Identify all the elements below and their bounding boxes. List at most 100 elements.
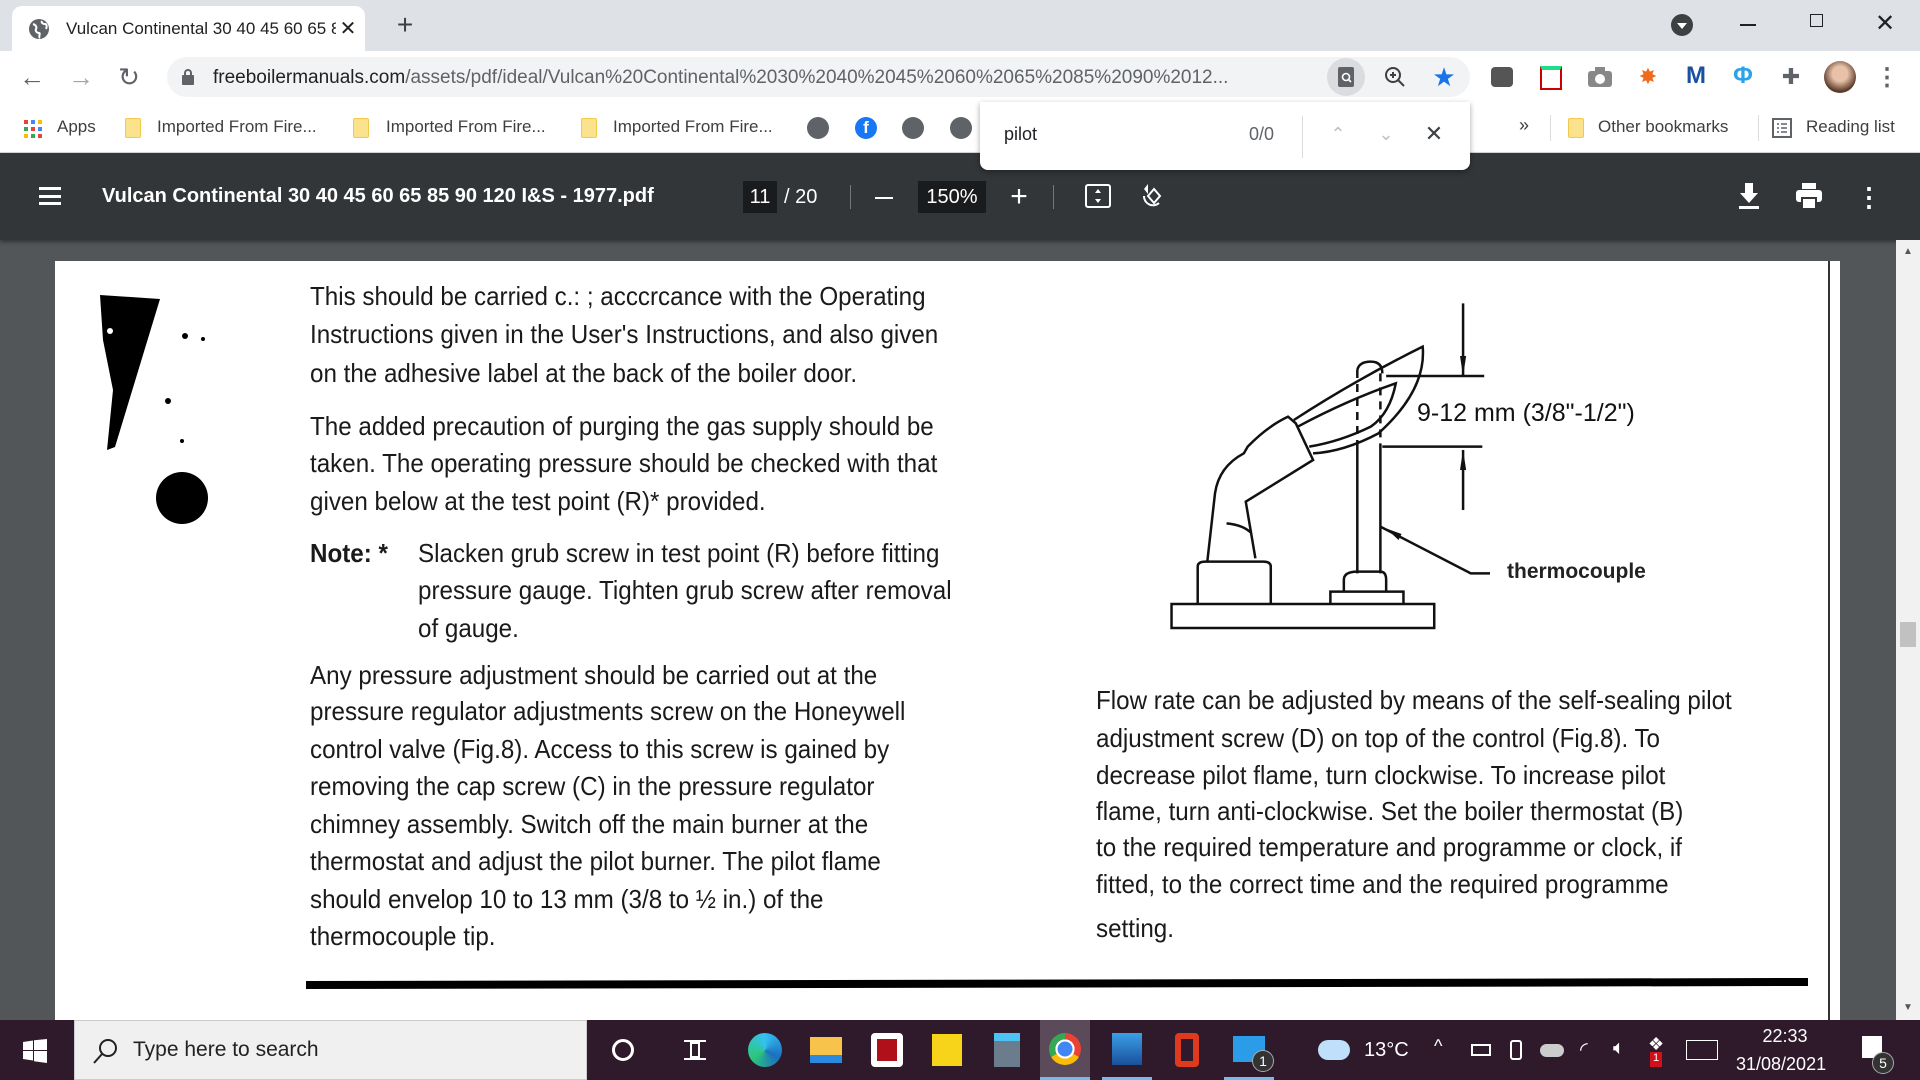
chrome-taskbar-icon[interactable] bbox=[1040, 1020, 1090, 1080]
other-bookmarks[interactable]: Other bookmarks bbox=[1598, 117, 1728, 137]
volume-icon[interactable]: 🔈︎ bbox=[1613, 1037, 1625, 1060]
bookmark-folder[interactable]: Imported From Fire... bbox=[613, 117, 773, 137]
text-line: Instructions given in the User's Instruc… bbox=[310, 319, 939, 349]
clock-date[interactable]: 31/08/2021 bbox=[1736, 1054, 1826, 1075]
paragraph-3: Any pressure adjustment should be carrie… bbox=[310, 662, 905, 953]
mail-icon[interactable]: 1 bbox=[1224, 1020, 1274, 1080]
bookmark-folder[interactable]: Imported From Fire... bbox=[157, 117, 317, 137]
touch-keyboard-icon[interactable] bbox=[1686, 1040, 1718, 1060]
menu-icon[interactable] bbox=[39, 187, 61, 205]
rocket-extension-icon[interactable]: ✸ bbox=[1635, 63, 1661, 91]
mcafee-extension-icon[interactable] bbox=[1540, 66, 1562, 90]
more-actions-icon[interactable]: ⋮ bbox=[1856, 181, 1882, 213]
camera-icon[interactable] bbox=[1588, 67, 1612, 87]
text-line: Slacken grub screw in test point (R) bef… bbox=[418, 538, 940, 568]
tab-active[interactable]: Vulcan Continental 30 40 45 60 65 85 90 … bbox=[12, 6, 365, 51]
taskbar-search-box[interactable]: Type here to search bbox=[74, 1020, 587, 1080]
print-icon[interactable] bbox=[1796, 183, 1822, 209]
zoom-level-input[interactable]: 150% bbox=[918, 181, 986, 213]
rotate-icon[interactable] bbox=[1138, 181, 1166, 211]
gift-app-icon[interactable] bbox=[862, 1020, 912, 1080]
scroll-down-icon[interactable]: ▼ bbox=[1903, 1002, 1913, 1013]
taskbar: Type here to search 1 13°C ^ ◜ 🔈︎ ❖ 1 22… bbox=[0, 1020, 1920, 1080]
text-line: should envelop 10 to 13 mm (3/8 to ½ in.… bbox=[310, 884, 824, 914]
bookmark-apps[interactable]: Apps bbox=[57, 117, 96, 137]
bookmarks-overflow-button[interactable]: » bbox=[1519, 115, 1529, 136]
zoom-out-button[interactable] bbox=[875, 197, 893, 199]
tab-close-icon[interactable]: ✕ bbox=[336, 16, 360, 40]
facebook-icon[interactable]: f bbox=[855, 117, 877, 139]
globe-icon[interactable] bbox=[902, 117, 924, 139]
omnibox[interactable]: freeboilermanuals.com/assets/pdf/ideal/V… bbox=[167, 57, 1470, 97]
url-text[interactable]: freeboilermanuals.com/assets/pdf/ideal/V… bbox=[213, 67, 1313, 89]
tab-search-icon[interactable] bbox=[1670, 13, 1694, 37]
download-icon[interactable] bbox=[1738, 183, 1760, 209]
text-line: Flow rate can be adjusted by means of th… bbox=[1096, 685, 1732, 715]
scroll-up-icon[interactable]: ▲ bbox=[1903, 246, 1913, 257]
weather-cloud-icon bbox=[1318, 1040, 1350, 1060]
find-next-button[interactable]: ⌄ bbox=[1374, 122, 1398, 146]
clock-time[interactable]: 22:33 bbox=[1760, 1026, 1810, 1047]
find-bar: pilot 0/0 ⌃ ⌄ ✕ bbox=[980, 102, 1470, 170]
back-button[interactable]: ← bbox=[18, 62, 46, 92]
text-line: flame, turn anti-clockwise. Set the boil… bbox=[1096, 796, 1684, 826]
windows-start-icon[interactable] bbox=[23, 1039, 47, 1063]
pilot-flame-diagram bbox=[1140, 280, 1740, 650]
forward-button[interactable]: → bbox=[67, 62, 95, 92]
bookmark-folder[interactable]: Imported From Fire... bbox=[386, 117, 546, 137]
show-hidden-icons-chevron-icon[interactable]: ^ bbox=[1434, 1036, 1442, 1057]
find-close-button[interactable]: ✕ bbox=[1422, 121, 1446, 146]
fit-page-icon[interactable] bbox=[1084, 183, 1112, 209]
meet-now-icon[interactable] bbox=[1510, 1040, 1522, 1060]
globe-icon[interactable] bbox=[950, 117, 972, 139]
find-input[interactable]: pilot bbox=[1004, 124, 1037, 145]
lock-icon bbox=[182, 69, 194, 85]
minimize-button[interactable] bbox=[1740, 24, 1756, 26]
weather-temp[interactable]: 13°C bbox=[1364, 1039, 1409, 1062]
text-line: taken. The operating pressure should be … bbox=[310, 448, 938, 478]
restore-button[interactable] bbox=[1810, 14, 1823, 27]
text-line: Any pressure adjustment should be carrie… bbox=[310, 660, 878, 690]
base-plate bbox=[1172, 604, 1435, 628]
cortana-icon[interactable] bbox=[598, 1020, 648, 1080]
file-explorer-icon[interactable] bbox=[801, 1020, 851, 1080]
scrollbar-thumb[interactable] bbox=[1900, 622, 1916, 647]
battery-icon[interactable] bbox=[1471, 1044, 1491, 1056]
search-in-page-icon[interactable] bbox=[1327, 58, 1365, 96]
malwarebytes-icon[interactable]: M bbox=[1683, 61, 1709, 91]
paragraph-2: The added precaution of purging the gas … bbox=[310, 413, 937, 514]
tab-strip: Vulcan Continental 30 40 45 60 65 85 90 … bbox=[0, 0, 1920, 51]
pdf-title: Vulcan Continental 30 40 45 60 65 85 90 … bbox=[102, 185, 654, 207]
close-window-button[interactable]: ✕ bbox=[1872, 8, 1898, 38]
divider bbox=[1053, 185, 1054, 209]
reload-button[interactable]: ↻ bbox=[115, 62, 143, 92]
task-view-icon[interactable] bbox=[670, 1020, 720, 1080]
text-line: to the required temperature and programm… bbox=[1096, 832, 1682, 862]
text-line: adjustment screw (D) on top of the contr… bbox=[1096, 723, 1661, 753]
office-icon[interactable] bbox=[1162, 1020, 1212, 1080]
scrollbar[interactable]: ▲ ▼ bbox=[1896, 240, 1920, 1020]
new-tab-button[interactable]: + bbox=[390, 9, 420, 40]
bookmark-star-icon[interactable]: ★ bbox=[1431, 62, 1457, 92]
onedrive-icon[interactable] bbox=[1540, 1044, 1564, 1057]
reading-list[interactable]: Reading list bbox=[1806, 117, 1895, 137]
extension-icon[interactable] bbox=[1491, 67, 1513, 87]
photos-icon[interactable] bbox=[1102, 1020, 1152, 1080]
scan-dot bbox=[156, 472, 208, 524]
folder-icon bbox=[353, 118, 369, 138]
calculator-icon[interactable] bbox=[982, 1020, 1032, 1080]
page-number-input[interactable]: 11 bbox=[743, 181, 777, 213]
edge-icon[interactable] bbox=[740, 1020, 790, 1080]
wifi-icon[interactable]: ◜ bbox=[1580, 1037, 1588, 1062]
chrome-menu-icon[interactable]: ⋮ bbox=[1875, 63, 1899, 91]
thermocouple-label: thermocouple bbox=[1507, 560, 1646, 583]
sticky-notes-icon[interactable] bbox=[922, 1020, 972, 1080]
extensions-puzzle-icon[interactable]: ✚ bbox=[1778, 63, 1804, 91]
bookmarks-bar: Apps Imported From Fire... Imported From… bbox=[0, 103, 1920, 153]
zoom-icon[interactable] bbox=[1384, 66, 1406, 88]
find-previous-button[interactable]: ⌃ bbox=[1326, 122, 1350, 146]
pcloud-extension-icon[interactable]: Φ bbox=[1730, 61, 1756, 91]
avatar[interactable] bbox=[1824, 61, 1856, 93]
zoom-in-button[interactable]: + bbox=[1006, 180, 1032, 213]
globe-icon[interactable] bbox=[807, 117, 829, 139]
